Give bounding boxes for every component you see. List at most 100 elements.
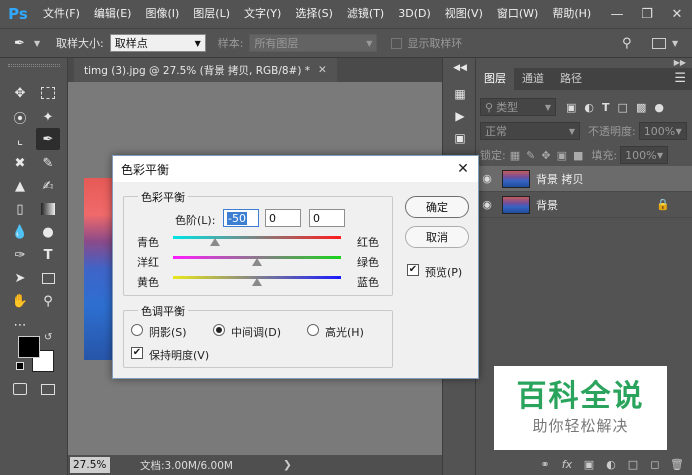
filter-pixel-icon[interactable]: ▣ bbox=[566, 101, 576, 114]
panel-menu-icon[interactable]: ☰ bbox=[674, 68, 686, 90]
document-image[interactable] bbox=[84, 178, 114, 360]
ok-button[interactable]: 确定 bbox=[405, 196, 469, 218]
crop-tool-icon[interactable]: ⌞ bbox=[8, 129, 32, 151]
filter-smart-object-icon[interactable]: ▩ bbox=[636, 101, 646, 114]
filter-shape-icon[interactable]: □ bbox=[618, 101, 628, 114]
panel-grip[interactable] bbox=[8, 64, 60, 67]
move-tool-icon[interactable]: ✥ bbox=[8, 82, 32, 104]
lock-position-icon[interactable]: ✥ bbox=[541, 149, 550, 162]
3d-panel-icon[interactable]: ▣ bbox=[450, 128, 470, 148]
close-icon[interactable]: ✕ bbox=[662, 0, 692, 28]
sample-size-select[interactable]: 取样点 ▼ bbox=[109, 34, 206, 52]
link-layers-icon[interactable]: ⚭ bbox=[534, 458, 556, 471]
zoom-tool-icon[interactable]: ⚲ bbox=[36, 290, 60, 312]
eyedropper-tool-icon[interactable]: ✒ bbox=[36, 128, 60, 150]
new-layer-icon[interactable]: ◻ bbox=[644, 458, 666, 471]
brush-tool-icon[interactable]: ✎ bbox=[36, 152, 60, 174]
new-group-icon[interactable]: □ bbox=[622, 458, 644, 471]
radio-midtones[interactable] bbox=[213, 324, 225, 336]
marquee-tool-icon[interactable] bbox=[36, 82, 60, 104]
blend-mode-select[interactable]: 正常 ▼ bbox=[480, 122, 580, 140]
filter-adjustment-icon[interactable]: ◐ bbox=[584, 101, 594, 114]
type-tool-icon[interactable]: T bbox=[36, 244, 60, 266]
minimize-icon[interactable]: — bbox=[602, 0, 632, 28]
radio-shadows[interactable] bbox=[131, 324, 143, 336]
magenta-green-slider-thumb[interactable] bbox=[252, 258, 262, 266]
workspace-icon[interactable] bbox=[652, 37, 666, 49]
chevron-down-icon[interactable]: ▼ bbox=[672, 39, 678, 48]
cyan-red-slider-thumb[interactable] bbox=[210, 238, 220, 246]
menu-help[interactable]: 帮助(H) bbox=[545, 0, 598, 28]
lock-image-icon[interactable]: ✎ bbox=[526, 149, 535, 162]
menu-filter[interactable]: 滤镜(T) bbox=[340, 0, 391, 28]
preserve-luminosity-checkbox[interactable]: ✔ bbox=[131, 347, 143, 359]
pen-tool-icon[interactable]: ✑ bbox=[8, 244, 32, 266]
fill-input[interactable]: 100% ▼ bbox=[620, 146, 669, 164]
radio-midtones-label[interactable]: 中间调(D) bbox=[231, 324, 281, 340]
zoom-level-input[interactable]: 27.5% bbox=[70, 457, 110, 473]
cancel-button[interactable]: 取消 bbox=[405, 226, 469, 248]
menu-view[interactable]: 视图(V) bbox=[438, 0, 490, 28]
default-colors-icon[interactable] bbox=[16, 362, 24, 370]
layer-style-icon[interactable]: fx bbox=[556, 458, 578, 471]
panel-collapse-icon[interactable]: ◀◀ bbox=[450, 58, 470, 78]
radio-shadows-label[interactable]: 阴影(S) bbox=[149, 324, 187, 340]
cyan-red-track[interactable] bbox=[173, 236, 341, 239]
lock-artboard-icon[interactable]: ▣ bbox=[557, 149, 567, 162]
actions-panel-icon[interactable]: ▶ bbox=[450, 106, 470, 126]
menu-layer[interactable]: 图层(L) bbox=[186, 0, 237, 28]
filter-type-icon[interactable]: T bbox=[602, 101, 610, 114]
radio-highlights[interactable] bbox=[307, 324, 319, 336]
delete-layer-icon[interactable]: 🗑 bbox=[666, 458, 688, 471]
menu-type[interactable]: 文字(Y) bbox=[237, 0, 288, 28]
menu-select[interactable]: 选择(S) bbox=[288, 0, 340, 28]
panel-collapse-icon[interactable]: ▶▶ bbox=[674, 58, 686, 67]
quick-mask-icon[interactable] bbox=[8, 378, 32, 400]
sample-select[interactable]: 所有图层 ▼ bbox=[249, 34, 378, 52]
swap-colors-icon[interactable]: ↺ bbox=[44, 332, 52, 343]
tab-paths[interactable]: 路径 bbox=[552, 68, 590, 90]
adjustment-layer-icon[interactable]: ◐ bbox=[600, 458, 622, 471]
layer-row[interactable]: ◉ 背景 🔒 bbox=[476, 192, 692, 218]
dialog-titlebar[interactable]: 色彩平衡 ✕ bbox=[113, 156, 478, 182]
layer-mask-icon[interactable]: ▣ bbox=[578, 458, 600, 471]
menu-edit[interactable]: 编辑(E) bbox=[87, 0, 139, 28]
level-input-yellow-blue[interactable]: 0 bbox=[309, 209, 345, 227]
menu-window[interactable]: 窗口(W) bbox=[490, 0, 545, 28]
layer-row[interactable]: ◉ 背景 拷贝 bbox=[476, 166, 692, 192]
document-tab[interactable]: timg (3).jpg @ 27.5% (背景 拷贝, RGB/8#) * ✕ bbox=[74, 58, 337, 82]
level-input-cyan-red[interactable]: -50 bbox=[223, 209, 259, 227]
yellow-blue-slider-thumb[interactable] bbox=[252, 278, 262, 286]
close-tab-icon[interactable]: ✕ bbox=[318, 64, 327, 76]
lock-transparent-icon[interactable]: ▦ bbox=[510, 149, 520, 162]
preserve-luminosity-label[interactable]: 保持明度(V) bbox=[149, 347, 209, 363]
preview-checkbox[interactable]: ✔ bbox=[407, 264, 419, 276]
more-tools-icon[interactable]: ⋯ bbox=[8, 314, 32, 336]
magic-wand-tool-icon[interactable]: ✦ bbox=[36, 106, 60, 128]
path-selection-tool-icon[interactable]: ➤ bbox=[8, 267, 32, 289]
history-brush-tool-icon[interactable]: ✍ bbox=[36, 175, 60, 197]
eye-icon[interactable]: ◉ bbox=[476, 198, 498, 211]
foreground-color-swatch[interactable] bbox=[18, 336, 40, 358]
tab-channels[interactable]: 通道 bbox=[514, 68, 552, 90]
menu-file[interactable]: 文件(F) bbox=[36, 0, 87, 28]
eraser-tool-icon[interactable]: ▯ bbox=[8, 198, 32, 220]
preset-dropdown-icon[interactable]: ▼ bbox=[34, 39, 48, 48]
hand-tool-icon[interactable]: ✋ bbox=[8, 290, 32, 312]
tab-layers[interactable]: 图层 bbox=[476, 68, 514, 90]
layer-filter-select[interactable]: ⚲ 类型 ▼ bbox=[480, 98, 556, 116]
dodge-tool-icon[interactable]: ● bbox=[36, 221, 60, 243]
restore-icon[interactable]: ❐ bbox=[632, 0, 662, 28]
gradient-tool-icon[interactable] bbox=[36, 198, 60, 220]
close-icon[interactable]: ✕ bbox=[448, 156, 478, 182]
radio-highlights-label[interactable]: 高光(H) bbox=[325, 324, 364, 340]
lasso-tool-icon[interactable]: ⦿ bbox=[8, 106, 32, 128]
filter-toggle-icon[interactable]: ● bbox=[654, 101, 664, 114]
blur-tool-icon[interactable]: 💧 bbox=[8, 221, 32, 243]
menu-3d[interactable]: 3D(D) bbox=[391, 0, 438, 28]
preview-label[interactable]: 预览(P) bbox=[425, 264, 462, 280]
lock-all-icon[interactable]: ■ bbox=[573, 149, 583, 162]
level-input-magenta-green[interactable]: 0 bbox=[265, 209, 301, 227]
search-icon[interactable]: ⚲ bbox=[622, 36, 632, 51]
opacity-input[interactable]: 100% ▼ bbox=[638, 122, 687, 140]
